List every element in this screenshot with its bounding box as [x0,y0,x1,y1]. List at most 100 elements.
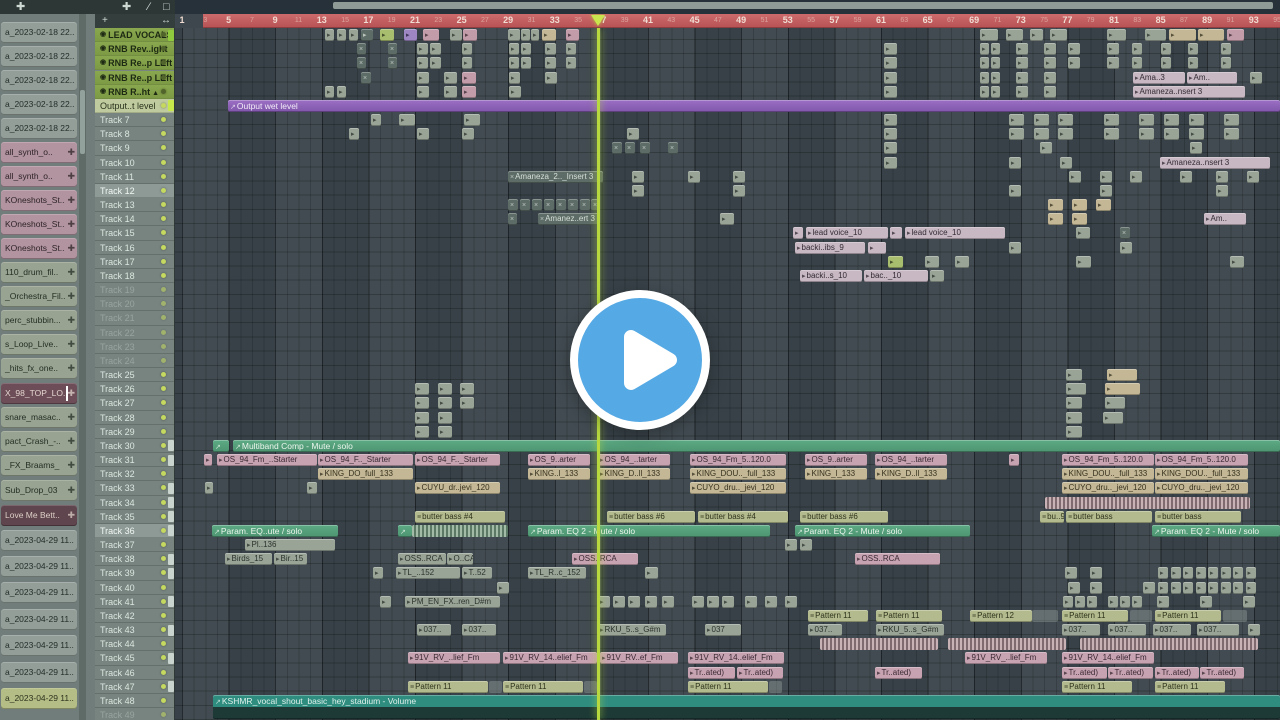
clip[interactable]: ▸OSS..RCA [398,553,446,566]
clip[interactable]: ▸ [1104,114,1119,127]
track-mute-led[interactable] [161,527,166,533]
clip[interactable]: ▸ [307,482,317,495]
browser-item[interactable]: a_2023-04-29 11.. [1,556,77,577]
clip[interactable]: ▸ [438,383,452,396]
track-mute-led[interactable] [161,428,166,434]
clip[interactable]: ▸OSS..RCA [855,553,940,566]
track-mute-led[interactable] [161,457,166,463]
clip[interactable]: ▸backi..s_10 [800,269,862,282]
clip[interactable]: ▸OSS..RCA [572,553,638,566]
clip[interactable]: ▸KING_DOU.._full_133 [1155,468,1248,481]
track-mute-led[interactable] [161,301,166,307]
record-arm-icon[interactable]: ◉ [100,74,106,81]
browser-item[interactable]: s_Loop_Live.. ✚ [1,334,77,355]
clip[interactable]: × [625,142,635,155]
track-row[interactable]: Track 20 [95,297,174,312]
browser-item[interactable]: a_2023-04-29 11.. [1,582,77,603]
clip[interactable]: ▸ [707,595,719,608]
clip[interactable]: ▸ [1230,255,1244,268]
clip[interactable]: ▸KING_DOU.._full_133 [690,468,786,481]
track-mute-led[interactable] [161,159,166,165]
clip[interactable]: ▸ [531,29,539,41]
clip[interactable]: ▸ [1009,241,1021,254]
clip[interactable]: ▸ [1158,581,1168,594]
clip[interactable]: ▸ [1189,114,1204,127]
clip[interactable]: ▸ [800,539,812,552]
select-rect-icon[interactable]: □ [163,0,170,14]
track-row[interactable]: Track 48 [95,694,174,709]
track-mute-led[interactable] [161,513,166,519]
clip[interactable]: ▸ [1245,567,1256,580]
clip[interactable]: ▸037.. [462,624,496,637]
track-row[interactable]: Output..t level [95,98,174,113]
clip[interactable]: ▸PM_EN_FX..ren_D#m [405,595,500,608]
track-mute-led[interactable] [161,697,166,703]
clip[interactable]: ▸ [1164,114,1179,127]
clip[interactable]: ▸ [980,71,989,84]
track-row[interactable]: Track 7 [95,113,174,128]
clip[interactable]: × [640,142,650,155]
clip[interactable]: ▸lead voice_10 [905,227,1005,240]
clip[interactable]: ▸ [1069,170,1081,183]
clip[interactable]: ▸ [1233,567,1243,580]
track-row[interactable]: ◉ RNB Rev..ight [95,42,174,57]
clip[interactable]: ≡Pattern 11 [503,680,583,693]
clip[interactable] [769,680,782,693]
clip[interactable]: × [568,199,578,212]
clip[interactable]: ▸Amaneza..nsert 3 [1133,85,1245,98]
browser-scrollbar-thumb[interactable] [80,90,85,154]
clip[interactable]: ▸CUYO_dru.._jevi_120 [1155,482,1248,495]
clip[interactable]: ▸ [566,43,576,56]
clip[interactable]: ▸ [1120,241,1132,254]
track-row[interactable]: Track 27 [95,396,174,411]
clip[interactable]: ▸ [438,425,452,438]
clip[interactable]: ▸ [1063,595,1073,608]
clip[interactable]: ▸ [349,29,358,41]
clip[interactable]: ▸ [1076,227,1090,240]
track-mute-led[interactable] [161,641,166,647]
clip[interactable]: ≡Pattern 12 [970,609,1032,622]
track-mute-led[interactable] [161,485,166,491]
clip[interactable]: ▸ [462,71,476,84]
clip[interactable]: ▸ [566,57,576,70]
clip[interactable]: ▸ [1216,184,1228,197]
clip[interactable]: ▸037.. [1108,624,1146,637]
clip[interactable] [1032,609,1058,622]
clip[interactable]: ▸ [1050,29,1067,41]
clip[interactable]: ▸ [1158,567,1168,580]
clip[interactable]: ▸ [1245,581,1256,594]
clip[interactable]: ▸ [1227,29,1244,41]
clip[interactable]: ▸ [1016,71,1028,84]
browser-item[interactable]: 110_drum_fil.. ✚ [1,262,77,283]
automation-clip[interactable]: ↗ [213,439,229,452]
clip[interactable]: ▸ [1072,213,1087,226]
clip[interactable]: ▸ [463,29,477,41]
clip[interactable]: ▸ [980,43,989,56]
crosshair-icon[interactable]: ✚ [122,0,131,14]
clip[interactable]: ▸ [868,241,886,254]
clip[interactable]: ▸ [444,71,457,84]
clip[interactable]: ▸ [1161,43,1171,56]
clip[interactable]: ▸ [884,71,897,84]
clip[interactable]: ▸ [415,397,429,410]
clip[interactable]: ▸ [1243,595,1255,608]
clip[interactable]: ▸ [1247,170,1259,183]
clip[interactable]: ▸ [417,85,429,98]
clip[interactable]: ▸ [430,43,441,56]
track-mute-led[interactable] [161,343,166,349]
browser-item[interactable]: a_2023-02-18 22.. [1,118,77,139]
clip[interactable]: ▸ [884,114,897,127]
clip[interactable]: ▸ [1132,43,1142,56]
track-mute-led[interactable] [161,712,166,718]
track-mute-led[interactable] [161,627,166,633]
clip[interactable]: ▸ [415,383,429,396]
record-arm-icon[interactable]: ◉ [100,88,106,95]
clip[interactable]: ▸91V_RV_..lief_Fm [965,652,1047,665]
track-row[interactable]: Track 37 [95,538,174,553]
clip[interactable]: ▸ [1016,43,1028,56]
track-mute-led[interactable] [161,542,166,548]
clip[interactable]: ▸ [1183,567,1193,580]
clip[interactable]: ▸Tr..ated) [1108,666,1153,679]
clip[interactable]: ▸Tr..ated) [875,666,922,679]
clip[interactable]: ▸ [890,227,902,240]
